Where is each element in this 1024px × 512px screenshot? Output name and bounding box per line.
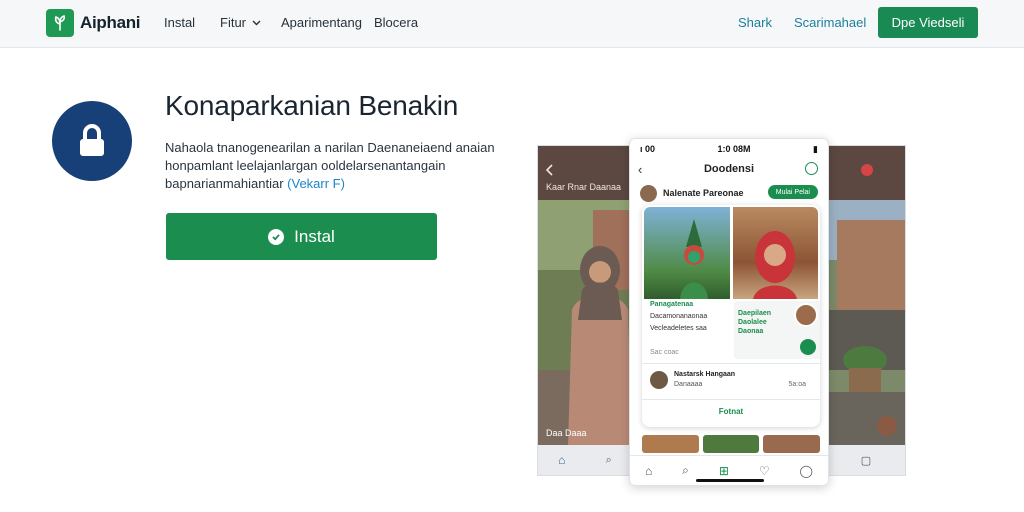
divider: [642, 399, 820, 400]
nav-link-shark[interactable]: Shark: [738, 15, 772, 30]
brand-logo[interactable]: Aiphani: [46, 9, 141, 37]
screenshot-tabbar: ⌂ ⌕: [538, 445, 632, 475]
app-icon: [52, 101, 132, 181]
post-image-right: [733, 207, 818, 299]
screenshot-photo: Daa Daaa: [538, 200, 632, 447]
screenshot-bottom-label: Daa Daaa: [546, 428, 587, 438]
record-icon: [861, 164, 873, 176]
info-icon[interactable]: [805, 162, 818, 175]
divider: [642, 363, 820, 364]
nav-link-fitur-label: Fitur: [220, 15, 246, 30]
post-text-line: Vecleadeletes saa: [650, 325, 707, 332]
search-icon: ⌕: [605, 453, 612, 466]
avatar: [640, 184, 657, 202]
status-time: 1:0 08M: [717, 144, 751, 154]
signal-indicator: ı 00: [640, 144, 656, 154]
description-line: bapnarianmahiantiar: [165, 176, 284, 191]
add-post-icon[interactable]: ⊞: [719, 464, 729, 478]
phone-mockup[interactable]: ı 00 1:0 08M ▮ ‹ Doodensi Nalenate Pareo…: [629, 138, 829, 486]
post-tag: Panagatenaa: [650, 301, 694, 308]
home-indicator: [696, 479, 764, 482]
app-square-icon: ▢: [860, 454, 872, 467]
screenshot-header: Kaar Rnar Daanaa: [538, 146, 632, 200]
home-icon: ⌂: [558, 453, 566, 467]
leaf-logo-icon: [46, 9, 74, 37]
screen-title: Doodensi: [703, 163, 755, 175]
profile-icon[interactable]: ◯: [800, 464, 813, 478]
description-line-with-link: bapnarianmahiantiar (Vekarr F): [165, 175, 510, 193]
install-button[interactable]: Instal: [166, 213, 437, 260]
screenshot-header: [827, 146, 905, 200]
screenshot-left[interactable]: Kaar Rnar Daanaa Daa Daaa ⌂ ⌕: [537, 145, 633, 476]
screenshot-photo: [827, 200, 905, 447]
comment-meta: 5a:oa: [788, 381, 806, 388]
comment-subtitle: Danaaaa: [674, 381, 703, 388]
avatar: [650, 371, 668, 389]
avatar: [794, 303, 818, 327]
comment-author: Nastarsk Hangaan: [674, 371, 736, 378]
nav-link-instal[interactable]: Instal: [164, 15, 195, 30]
author-row: Nalenate Pareonae Mulai Pelai: [630, 181, 828, 205]
follow-pill-button[interactable]: Mulai Pelai: [767, 185, 818, 199]
nav-link-scarimahael[interactable]: Scarimahael: [794, 15, 866, 30]
screenshot-label: Kaar Rnar Daanaa: [546, 182, 622, 192]
brand-name: Aiphani: [80, 13, 141, 32]
nav-link-fitur[interactable]: Fitur: [220, 15, 261, 30]
nav-link-aparimentang[interactable]: Aparimentang: [281, 15, 362, 30]
nav-link-blocera[interactable]: Blocera: [374, 15, 418, 30]
page-title: Konaparkanian Benakin: [165, 90, 459, 121]
post-image-left: [644, 207, 730, 299]
nav-cta-button[interactable]: Dpe Viedseli: [878, 7, 978, 38]
search-icon[interactable]: ⌕: [682, 463, 689, 478]
author-name: Nalenate Pareonae: [663, 188, 744, 198]
version-link[interactable]: (Vekarr F): [287, 176, 345, 191]
post-text-line: Dacamonanaonaa: [650, 313, 708, 320]
top-navigation: Aiphani Instal Fitur Aparimentang Blocer…: [0, 0, 1024, 48]
thumbnail-strip: [642, 435, 821, 453]
description-line: Nahaola tnanogenearilan a narilan Daenan…: [165, 140, 495, 155]
mini-preview-text: Daepilaen Daolalee Daonaa: [738, 310, 772, 335]
chevron-left-icon: [546, 164, 553, 176]
post-card[interactable]: Panagatenaa Dacamonanaonaa Vecleadeletes…: [642, 205, 820, 427]
shield-check-icon: [268, 228, 285, 245]
status-bar: ı 00 1:0 08M ▮: [630, 139, 828, 159]
screenshot-right[interactable]: ▢: [826, 145, 906, 476]
install-button-label: Instal: [294, 226, 335, 246]
home-icon[interactable]: ⌂: [645, 464, 652, 478]
thumbnail[interactable]: [702, 435, 760, 453]
chevron-down-icon: [252, 20, 261, 25]
follow-link[interactable]: Fotnat: [642, 407, 820, 416]
screenshot-tabbar: ▢: [827, 445, 905, 475]
post-meta: Sac coac: [650, 349, 679, 356]
message-icon[interactable]: [800, 339, 816, 355]
battery-icon: ▮: [813, 143, 818, 154]
mini-preview-card[interactable]: Daepilaen Daolalee Daonaa: [734, 301, 820, 359]
thumbnail[interactable]: [763, 435, 821, 453]
description-line: honpamlant leelajanlargan ooldelarsenant…: [165, 158, 446, 173]
phone-header: ‹ Doodensi: [630, 159, 828, 181]
lock-icon: [80, 124, 104, 156]
app-description: Nahaola tnanogenearilan a narilan Daenan…: [165, 139, 510, 193]
heart-icon[interactable]: ♡: [759, 464, 770, 478]
thumbnail[interactable]: [642, 435, 699, 453]
